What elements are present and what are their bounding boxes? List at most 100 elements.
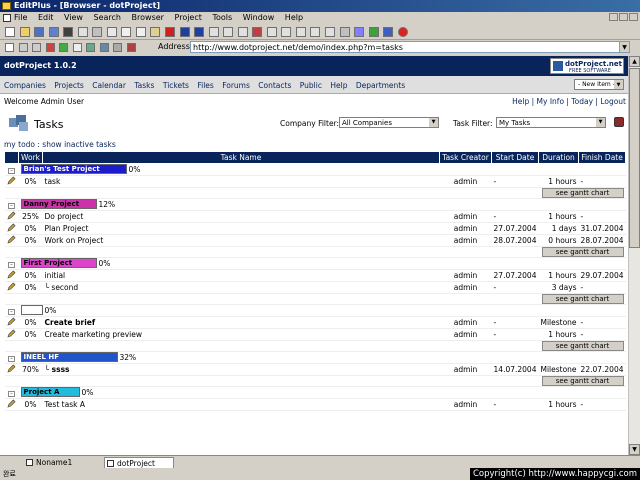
task-row[interactable]: 70% └ ssss admin 14.07.2004 Milestone 22.07.2… [4, 363, 626, 376]
spell-check-icon[interactable] [106, 27, 117, 37]
vertical-scrollbar[interactable]: ▲ ▼ [628, 56, 640, 455]
edit-cell[interactable] [4, 363, 19, 376]
pencil-icon[interactable] [7, 317, 16, 326]
close-icon[interactable] [629, 13, 638, 21]
task-name-cell[interactable]: Create brief [42, 316, 440, 329]
expand-cell[interactable]: – [4, 304, 19, 317]
edit-cell[interactable] [4, 210, 19, 223]
project-progress-bar[interactable]: Brian's Test Project [20, 164, 127, 175]
refresh-icon[interactable] [59, 43, 69, 52]
save-icon[interactable] [34, 27, 45, 37]
address-input[interactable]: http://www.dotproject.net/demo/index.php… [190, 41, 630, 53]
pencil-icon[interactable] [7, 364, 16, 373]
tab-dotproject[interactable]: dotProject [104, 457, 174, 468]
pencil-icon[interactable] [7, 176, 16, 185]
nav-departments[interactable]: Departments [356, 81, 405, 90]
project-progress-bar[interactable]: Project A [20, 387, 80, 398]
pencil-icon[interactable] [7, 270, 16, 279]
nav-files[interactable]: Files [197, 81, 213, 90]
scroll-down-icon[interactable]: ▼ [629, 444, 640, 455]
user-links[interactable]: Help | My Info | Today | Logout [512, 97, 626, 106]
task-row[interactable]: 0% Work on Project admin 28.07.2004 0 hours 2… [4, 234, 626, 247]
help-icon[interactable] [383, 27, 394, 37]
pencil-icon[interactable] [7, 329, 16, 338]
task-row[interactable]: 0% └ second admin -3 days - [4, 281, 626, 294]
expand-cell[interactable]: – [4, 163, 19, 176]
tile-icon[interactable] [310, 27, 321, 37]
menu-window[interactable]: Window [243, 12, 275, 24]
undo-icon[interactable] [179, 27, 190, 37]
task-name[interactable]: Create brief [45, 318, 96, 327]
nav-public[interactable]: Public [300, 81, 322, 90]
find-icon[interactable] [208, 27, 219, 37]
menu-file[interactable]: File [14, 12, 27, 24]
menu-search[interactable]: Search [94, 12, 121, 24]
minimize-icon[interactable] [609, 13, 618, 21]
bookmark-icon[interactable] [252, 27, 263, 37]
delete-icon[interactable] [165, 27, 176, 37]
task-subnav[interactable]: my todo : show inactive tasks [4, 140, 116, 149]
settings-icon[interactable] [339, 27, 350, 37]
dotproject-logo[interactable]: dotProject.net FREE SOFTWARE [550, 58, 624, 74]
see-gantt-chart-button[interactable]: see gantt chart [541, 187, 624, 198]
view-source-icon[interactable] [113, 43, 123, 52]
task-name-cell[interactable]: └ second [42, 281, 440, 294]
filter-go-icon[interactable] [614, 117, 624, 127]
home-icon[interactable] [86, 43, 96, 52]
see-gantt-chart-button[interactable]: see gantt chart [541, 293, 624, 304]
pencil-icon[interactable] [7, 282, 16, 291]
edit-cell[interactable] [4, 222, 19, 235]
task-name[interactable]: Work on Project [45, 236, 104, 245]
expand-cell[interactable]: – [4, 351, 19, 364]
see-gantt-chart-button[interactable]: see gantt chart [541, 375, 624, 386]
scroll-up-icon[interactable]: ▲ [629, 56, 640, 67]
collapse-icon[interactable]: – [8, 308, 15, 315]
menu-view[interactable]: View [64, 12, 83, 24]
find-next-icon[interactable] [237, 27, 248, 37]
font-size-icon[interactable] [72, 43, 82, 52]
redo-icon[interactable] [194, 27, 205, 37]
tab-noname1[interactable]: Noname1 [24, 457, 104, 468]
task-name-cell[interactable]: Plan Project [42, 222, 440, 235]
task-name-cell[interactable]: Work on Project [42, 234, 440, 247]
edit-cell[interactable] [4, 328, 19, 341]
edit-cell[interactable] [4, 269, 19, 282]
pencil-icon[interactable] [7, 223, 16, 232]
copy-icon[interactable] [135, 27, 146, 37]
paste-icon[interactable] [150, 27, 161, 37]
task-name-cell[interactable]: task [42, 175, 440, 188]
print-icon[interactable] [92, 27, 103, 37]
menu-browser[interactable]: Browser [132, 12, 164, 24]
nav-forums[interactable]: Forums [222, 81, 250, 90]
new-file-icon[interactable] [5, 27, 15, 37]
stop-load-icon[interactable] [45, 43, 55, 52]
open-folder-icon[interactable] [19, 27, 30, 37]
task-name[interactable]: Test task A [45, 400, 85, 409]
check-icon[interactable] [368, 27, 379, 37]
task-name[interactable]: Plan Project [45, 224, 89, 233]
task-filter-select[interactable]: My Tasks ▼ [496, 117, 606, 128]
task-name-cell[interactable]: Do project [42, 210, 440, 223]
nav-tickets[interactable]: Tickets [163, 81, 189, 90]
nav-companies[interactable]: Companies [4, 81, 46, 90]
task-name-cell[interactable]: Create marketing preview [42, 328, 440, 341]
expand-cell[interactable]: – [4, 198, 19, 211]
col-header-task-creator[interactable]: Task Creator [439, 151, 493, 164]
col-header-work[interactable]: Work [18, 151, 43, 164]
pencil-icon[interactable] [7, 399, 16, 408]
project-progress-bar[interactable]: Danny Project [20, 199, 97, 210]
favorites-icon[interactable] [126, 43, 136, 52]
back-icon[interactable] [18, 43, 28, 52]
task-name[interactable]: Create marketing preview [45, 330, 142, 339]
collapse-icon[interactable]: – [8, 355, 15, 362]
task-row[interactable]: 0% initial admin 27.07.2004 1 hours 29.07.200… [4, 269, 626, 282]
task-name[interactable]: Do project [45, 212, 84, 221]
nav-calendar[interactable]: Calendar [92, 81, 126, 90]
task-name[interactable]: task [45, 177, 61, 186]
edit-cell[interactable] [4, 281, 19, 294]
ruler-icon[interactable] [281, 27, 292, 37]
edit-cell[interactable] [4, 398, 19, 411]
task-row[interactable]: 0% Create marketing preview admin -1 hours - [4, 328, 626, 341]
col-header-start-date[interactable]: Start Date [491, 151, 539, 164]
see-gantt-chart-button[interactable]: see gantt chart [541, 246, 624, 257]
